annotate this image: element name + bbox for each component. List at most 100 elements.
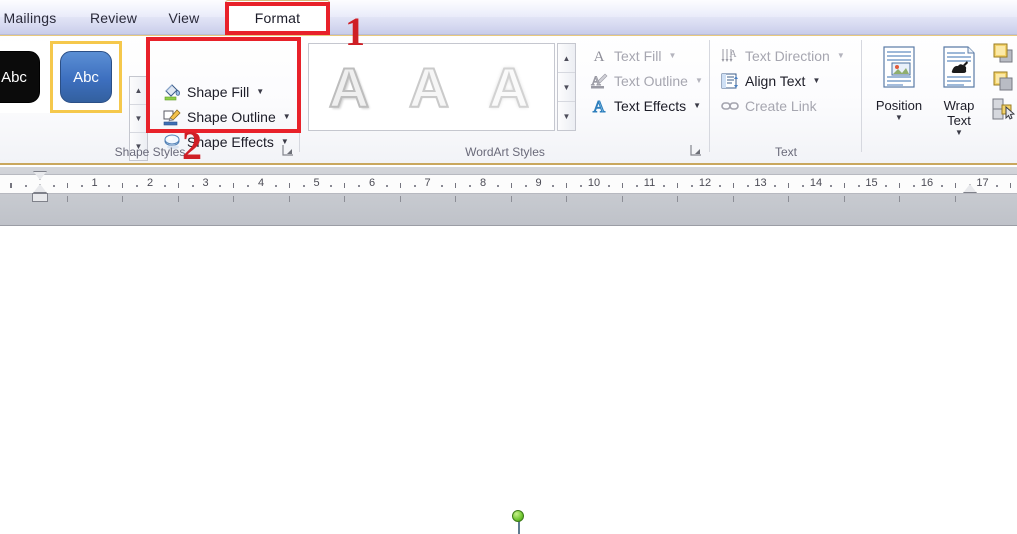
wordart-style-gallery[interactable]: A A A	[308, 43, 555, 131]
tab-view[interactable]: View	[155, 0, 213, 35]
annotation-box-1	[225, 2, 330, 35]
ruler-tab-stop[interactable]	[510, 196, 512, 202]
gallery-more-icon[interactable]: ▼	[558, 102, 575, 130]
position-button[interactable]: Position ▼	[870, 41, 928, 153]
selection-pane-icon[interactable]	[991, 97, 1016, 121]
chevron-down-icon[interactable]: ▼	[895, 113, 903, 122]
chevron-down-icon[interactable]: ▼	[668, 51, 676, 60]
ruler-half-tick	[344, 183, 346, 188]
ruler-tab-stop[interactable]	[122, 196, 124, 202]
tab-mailings[interactable]: Mailings	[0, 0, 68, 35]
shape-styles-dialog-launcher[interactable]	[282, 144, 295, 157]
ruler-quarter-dot	[136, 185, 139, 187]
position-label: Position	[875, 98, 923, 113]
ruler-quarter-dot	[635, 185, 638, 187]
wrap-text-icon	[938, 44, 980, 94]
shape-style-thumb-blue-selected[interactable]: Abc	[50, 41, 122, 113]
ruler-tab-stop[interactable]	[288, 196, 290, 202]
ruler-number: 2	[146, 177, 154, 189]
wordart-style-thumb-3[interactable]: A	[469, 44, 549, 130]
ruler-tab-stop[interactable]	[677, 196, 679, 202]
text-outline-button[interactable]: A Text Outline ▼	[585, 68, 707, 93]
ruler-quarter-dot	[857, 185, 860, 187]
text-effects-button[interactable]: A Text Effects ▼	[585, 93, 707, 118]
gallery-scroll-down-icon[interactable]: ▼	[130, 105, 147, 133]
position-icon	[878, 44, 920, 94]
ruler-tab-stop[interactable]	[66, 196, 68, 202]
ruler-number: 11	[643, 177, 656, 189]
ruler-tab-stop[interactable]	[233, 196, 235, 202]
chevron-down-icon[interactable]: ▼	[837, 51, 845, 60]
shape-style-thumb-black[interactable]: Abc	[0, 41, 50, 113]
ruler-half-tick	[122, 183, 124, 188]
gallery-scroll-up-icon[interactable]: ▲	[130, 77, 147, 105]
shape-style-gallery[interactable]: Abc Abc	[0, 41, 122, 113]
ruler-quarter-dot	[940, 185, 943, 187]
wrap-text-button[interactable]: Wrap Text ▼	[930, 41, 988, 153]
ruler-tab-stop[interactable]	[899, 196, 901, 202]
chevron-down-icon[interactable]: ▼	[695, 76, 703, 85]
document-page[interactable]	[0, 225, 1017, 534]
ruler-quarter-dot	[441, 185, 444, 187]
chevron-down-icon[interactable]: ▼	[693, 101, 701, 110]
wordart-style-thumb-2[interactable]: A	[389, 44, 469, 130]
tab-review[interactable]: Review	[76, 0, 151, 35]
ruler-tab-stop[interactable]	[843, 196, 845, 202]
ruler-quarter-dot	[663, 185, 666, 187]
ruler-number: 16	[920, 177, 934, 189]
ruler-number: 17	[976, 177, 989, 189]
ruler-tab-stop[interactable]	[399, 196, 401, 202]
tabbar-glare	[0, 0, 1017, 17]
wordart-style-thumb-1[interactable]: A	[309, 44, 389, 130]
group-text: A Text Direction ▼ Align Text ▼ Create L…	[710, 35, 862, 163]
ruler-quarter-dot	[552, 185, 555, 187]
text-fill-icon: A	[589, 46, 609, 66]
ruler-quarter-dot	[330, 185, 333, 187]
svg-text:A: A	[594, 49, 605, 65]
ruler-quarter-dot	[774, 185, 777, 187]
wordart-gallery-scrollbar[interactable]: ▲ ▼ ▼	[557, 43, 576, 131]
ruler-quarter-dot	[524, 185, 527, 187]
left-indent-marker[interactable]	[32, 193, 48, 202]
text-direction-button[interactable]: A Text Direction ▼	[716, 43, 849, 68]
word-application-window: Mailings Review View Format Abc Abc ▲ ▼ …	[0, 0, 1017, 534]
gallery-scroll-up-icon[interactable]: ▲	[558, 44, 575, 73]
gallery-scroll-down-icon[interactable]: ▼	[558, 73, 575, 102]
ruler-tab-stop[interactable]	[954, 196, 956, 202]
ruler-tab-stop[interactable]	[455, 196, 457, 202]
ruler-tab-stop[interactable]	[788, 196, 790, 202]
rotation-handle[interactable]	[512, 510, 524, 522]
ruler-quarter-dot	[191, 185, 194, 187]
ruler-number: 14	[809, 177, 823, 189]
ruler-quarter-dot	[802, 185, 805, 187]
ruler-quarter-dot	[302, 185, 305, 187]
ruler-number: 6	[368, 177, 376, 189]
horizontal-ruler[interactable]: 1 2 3 4 5 6 7 8 9 10 11 12 13 14 15 16 17	[0, 174, 1017, 194]
chevron-down-icon[interactable]: ▼	[955, 128, 963, 137]
ruler-number: 12	[698, 177, 712, 189]
ruler-number: 9	[535, 177, 542, 189]
ruler-half-tick	[177, 183, 179, 188]
ruler-quarter-dot	[829, 185, 832, 187]
text-effects-icon: A	[589, 96, 609, 116]
wordart-styles-dialog-launcher[interactable]	[690, 144, 703, 157]
ruler-tab-stop[interactable]	[621, 196, 623, 202]
chevron-down-icon[interactable]: ▼	[812, 76, 820, 85]
text-outline-icon: A	[589, 71, 609, 91]
ruler-tab-stop[interactable]	[344, 196, 346, 202]
align-text-button[interactable]: Align Text ▼	[716, 68, 849, 93]
ruler-half-tick	[788, 183, 790, 188]
wordart-preview-letter: A	[408, 55, 450, 120]
ruler-number: 13	[754, 177, 767, 189]
create-link-icon	[720, 96, 740, 116]
ruler-half-tick	[288, 183, 290, 188]
ruler-quarter-dot	[746, 185, 749, 187]
text-fill-button[interactable]: A Text Fill ▼	[585, 43, 707, 68]
ruler-tab-stop[interactable]	[732, 196, 734, 202]
create-link-button[interactable]: Create Link	[716, 93, 849, 118]
bring-forward-icon[interactable]	[991, 41, 1015, 65]
ruler-tab-stop[interactable]	[177, 196, 179, 202]
text-effects-label: Text Effects	[614, 97, 687, 114]
ruler-tab-stop[interactable]	[566, 196, 568, 202]
send-backward-icon[interactable]	[991, 69, 1015, 93]
